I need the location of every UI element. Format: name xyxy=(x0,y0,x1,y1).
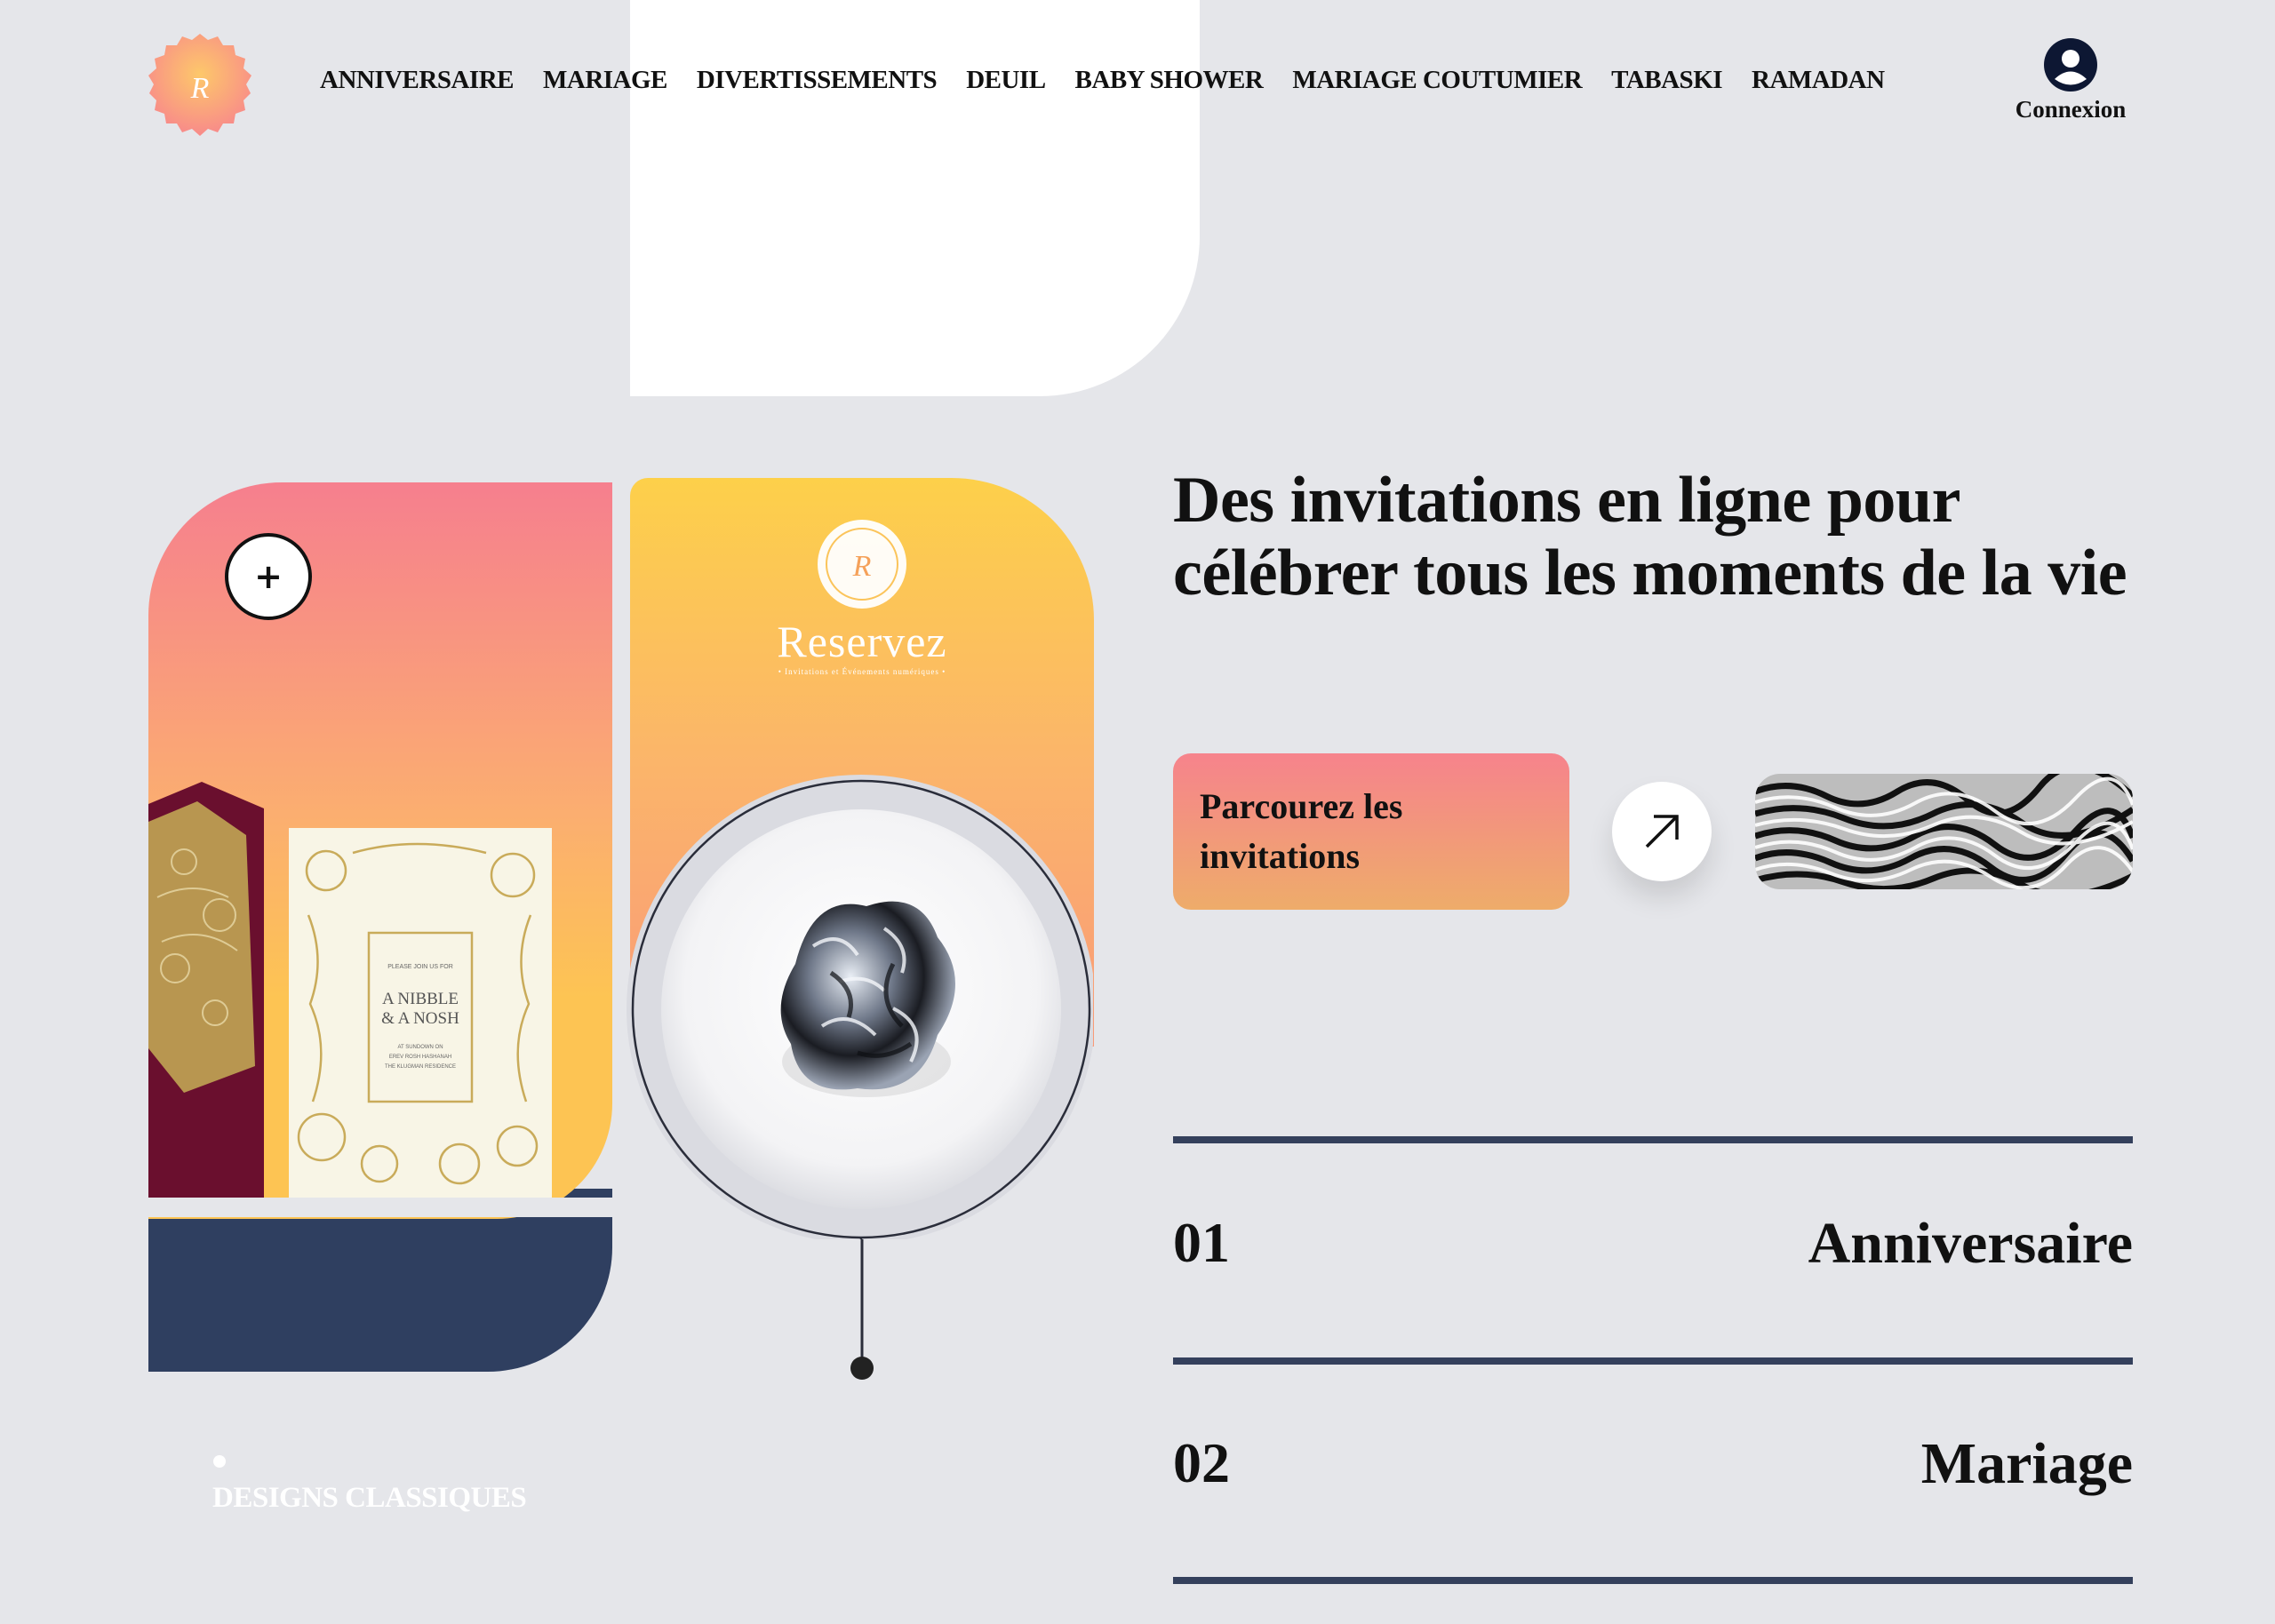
abstract-texture-image xyxy=(1755,774,2133,889)
svg-text:R: R xyxy=(190,72,210,105)
invite-line-1: PLEASE JOIN US FOR xyxy=(387,964,453,970)
list-divider-bottom xyxy=(1173,1577,2133,1584)
designs-classiques-label: DESIGNS CLASSIQUES xyxy=(212,1482,527,1514)
category-link-mariage[interactable]: Mariage xyxy=(1921,1430,2133,1498)
invite-line-5: EREV ROSH HASHANAH xyxy=(389,1055,451,1060)
list-divider-middle xyxy=(1173,1357,2133,1365)
reservez-brand: R Reservez • Invitations et Événements n… xyxy=(764,515,960,676)
nav-item-divertissements[interactable]: DIVERTISSEMENTS xyxy=(697,66,938,95)
nav-item-deuil[interactable]: DEUIL xyxy=(966,66,1046,95)
nav-item-ramadan[interactable]: RAMADAN xyxy=(1752,66,1885,95)
reservez-badge-icon: R xyxy=(818,520,906,609)
reservez-name: Reservez xyxy=(777,617,947,666)
arrow-button[interactable] xyxy=(1612,782,1712,881)
invite-line-3: & A NOSH xyxy=(381,1009,459,1028)
category-link-anniversaire[interactable]: Anniversaire xyxy=(1808,1210,2133,1278)
browse-invitations-button[interactable]: Parcourez les invitations xyxy=(1173,753,1569,910)
add-button[interactable]: + xyxy=(225,533,312,620)
timeline-pin xyxy=(850,1237,874,1380)
reservez-tagline: • Invitations et Événements numériques • xyxy=(778,667,946,676)
category-number-1: 01 xyxy=(1173,1211,1230,1274)
arrow-up-right-icon xyxy=(1645,815,1679,848)
orb-plate-image xyxy=(627,775,1093,1239)
card-divider xyxy=(148,1198,612,1217)
hero-title: Des invitations en ligne pour célébrer t… xyxy=(1173,464,2127,609)
brand-logo[interactable]: R xyxy=(142,27,258,142)
invitation-card-image: PLEASE JOIN US FOR A NIBBLE & A NOSH AT … xyxy=(148,782,552,1198)
nav-item-mariage[interactable]: MARIAGE xyxy=(543,66,667,95)
main-nav: ANNIVERSAIRE MARIAGE DIVERTISSEMENTS DEU… xyxy=(320,66,1885,95)
invite-line-6: THE KLUGMAN RESIDENCE xyxy=(385,1064,456,1070)
decorative-white-panel xyxy=(630,0,1200,396)
list-divider-top xyxy=(1173,1136,2133,1143)
invite-line-2: A NIBBLE xyxy=(382,990,459,1008)
nav-item-mariage-coutumier[interactable]: MARIAGE COUTUMIER xyxy=(1292,66,1582,95)
invite-line-4: AT SUNDOWN ON xyxy=(397,1045,443,1050)
nav-item-tabaski[interactable]: TABASKI xyxy=(1611,66,1722,95)
carousel-dot[interactable] xyxy=(213,1455,226,1468)
category-number-2: 02 xyxy=(1173,1431,1230,1494)
account-label: Connexion xyxy=(2015,96,2127,123)
nav-item-baby-shower[interactable]: BABY SHOWER xyxy=(1075,66,1264,95)
user-icon xyxy=(2044,38,2097,92)
account-button[interactable]: Connexion xyxy=(2008,37,2133,123)
nav-item-anniversaire[interactable]: ANNIVERSAIRE xyxy=(320,66,515,95)
svg-text:R: R xyxy=(852,550,872,583)
